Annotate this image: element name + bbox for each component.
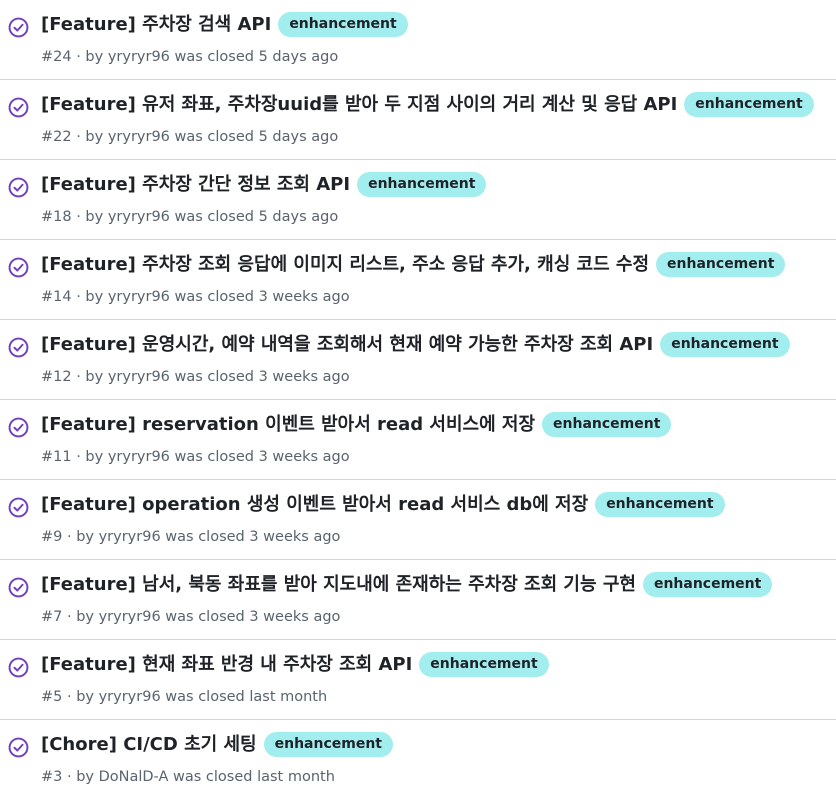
enhancement-label-badge[interactable]: enhancement — [656, 252, 786, 277]
issue-row[interactable]: [Feature] 주차장 간단 정보 조회 API enhancement #… — [0, 160, 836, 240]
closed-check-circle-svg — [8, 177, 29, 198]
closed-check-circle-svg — [8, 97, 29, 118]
issue-title-link[interactable]: [Feature] 남서, 북동 좌표를 받아 지도내에 존재하는 주차장 조회… — [41, 573, 636, 597]
issue-title-link[interactable]: [Feature] reservation 이벤트 받아서 read 서비스에 … — [41, 413, 535, 437]
issue-title-line: [Feature] 유저 좌표, 주차장uuid를 받아 두 지점 사이의 거리… — [41, 92, 826, 117]
issue-title-line: [Feature] 현재 좌표 반경 내 주차장 조회 API enhancem… — [41, 652, 826, 677]
issue-title-link[interactable]: [Chore] CI/CD 초기 세팅 — [41, 733, 257, 757]
closed-check-circle-svg — [8, 737, 29, 758]
issue-meta: #14 · by yryryr96 was closed 3 weeks ago — [41, 289, 350, 305]
issue-meta: #22 · by yryryr96 was closed 5 days ago — [41, 129, 339, 145]
issue-title-line: [Feature] operation 생성 이벤트 받아서 read 서비스 … — [41, 492, 826, 517]
enhancement-label-badge[interactable]: enhancement — [684, 92, 814, 117]
issue-title-link[interactable]: [Feature] 유저 좌표, 주차장uuid를 받아 두 지점 사이의 거리… — [41, 93, 677, 117]
enhancement-label-badge[interactable]: enhancement — [660, 332, 790, 357]
closed-check-circle-icon — [8, 17, 29, 38]
issue-title-link[interactable]: [Feature] 현재 좌표 반경 내 주차장 조회 API — [41, 653, 412, 677]
issue-title-line: [Feature] 운영시간, 예약 내역을 조회해서 현재 예약 가능한 주차… — [41, 332, 826, 357]
issue-meta: #24 · by yryryr96 was closed 5 days ago — [41, 49, 339, 65]
closed-check-circle-icon — [8, 737, 29, 758]
closed-check-circle-icon — [8, 657, 29, 678]
issue-row[interactable]: [Feature] 유저 좌표, 주차장uuid를 받아 두 지점 사이의 거리… — [0, 80, 836, 160]
issue-title-link[interactable]: [Feature] operation 생성 이벤트 받아서 read 서비스 … — [41, 493, 588, 517]
issue-title-line: [Feature] reservation 이벤트 받아서 read 서비스에 … — [41, 412, 826, 437]
closed-check-circle-icon — [8, 257, 29, 278]
closed-check-circle-icon — [8, 417, 29, 438]
issue-row[interactable]: [Feature] operation 생성 이벤트 받아서 read 서비스 … — [0, 480, 836, 560]
issue-meta: #12 · by yryryr96 was closed 3 weeks ago — [41, 369, 350, 385]
issue-row[interactable]: [Chore] CI/CD 초기 세팅 enhancement #3 · by … — [0, 720, 836, 800]
issue-meta: #18 · by yryryr96 was closed 5 days ago — [41, 209, 339, 225]
closed-check-circle-svg — [8, 337, 29, 358]
issue-meta: #3 · by DoNalD-A was closed last month — [41, 769, 335, 785]
enhancement-label-badge[interactable]: enhancement — [278, 12, 408, 37]
issue-meta: #7 · by yryryr96 was closed 3 weeks ago — [41, 609, 341, 625]
issue-meta: #9 · by yryryr96 was closed 3 weeks ago — [41, 529, 341, 545]
issue-row[interactable]: [Feature] 주차장 검색 API enhancement #24 · b… — [0, 0, 836, 80]
enhancement-label-badge[interactable]: enhancement — [642, 572, 773, 597]
closed-check-circle-icon — [8, 337, 29, 358]
issue-row[interactable]: [Feature] 현재 좌표 반경 내 주차장 조회 API enhancem… — [0, 640, 836, 720]
issue-title-line: [Feature] 주차장 조회 응답에 이미지 리스트, 주소 응답 추가, … — [41, 252, 826, 277]
issue-title-link[interactable]: [Feature] 주차장 간단 정보 조회 API — [41, 173, 350, 197]
closed-check-circle-svg — [8, 577, 29, 598]
issue-row[interactable]: [Feature] 운영시간, 예약 내역을 조회해서 현재 예약 가능한 주차… — [0, 320, 836, 400]
issue-title-line: [Feature] 주차장 검색 API enhancement — [41, 12, 826, 37]
closed-check-circle-svg — [8, 257, 29, 278]
issue-title-link[interactable]: [Feature] 주차장 검색 API — [41, 13, 271, 37]
issue-title-line: [Feature] 주차장 간단 정보 조회 API enhancement — [41, 172, 826, 197]
issue-list: [Feature] 주차장 검색 API enhancement #24 · b… — [0, 0, 836, 808]
issue-title-line: [Chore] CI/CD 초기 세팅 enhancement — [41, 732, 826, 757]
closed-check-circle-svg — [8, 417, 29, 438]
issue-meta: #5 · by yryryr96 was closed last month — [41, 689, 328, 705]
enhancement-label-badge[interactable]: enhancement — [595, 492, 725, 517]
closed-check-circle-icon — [8, 577, 29, 598]
closed-check-circle-icon — [8, 97, 29, 118]
issue-row[interactable]: [Feature] 남서, 북동 좌표를 받아 지도내에 존재하는 주차장 조회… — [0, 560, 836, 640]
enhancement-label-badge[interactable]: enhancement — [542, 412, 672, 437]
enhancement-label-badge[interactable]: enhancement — [419, 652, 549, 677]
enhancement-label-badge[interactable]: enhancement — [263, 732, 393, 757]
closed-check-circle-svg — [8, 497, 29, 518]
issue-title-link[interactable]: [Feature] 주차장 조회 응답에 이미지 리스트, 주소 응답 추가, … — [41, 253, 649, 277]
closed-check-circle-icon — [8, 497, 29, 518]
issue-meta: #11 · by yryryr96 was closed 3 weeks ago — [41, 449, 350, 465]
closed-check-circle-svg — [8, 17, 29, 38]
issue-title-line: [Feature] 남서, 북동 좌표를 받아 지도내에 존재하는 주차장 조회… — [41, 572, 826, 597]
closed-check-circle-icon — [8, 177, 29, 198]
issue-row[interactable]: [Feature] 주차장 조회 응답에 이미지 리스트, 주소 응답 추가, … — [0, 240, 836, 320]
issue-row[interactable]: [Feature] reservation 이벤트 받아서 read 서비스에 … — [0, 400, 836, 480]
issue-title-link[interactable]: [Feature] 운영시간, 예약 내역을 조회해서 현재 예약 가능한 주차… — [41, 333, 653, 357]
enhancement-label-badge[interactable]: enhancement — [357, 172, 487, 197]
closed-check-circle-svg — [8, 657, 29, 678]
